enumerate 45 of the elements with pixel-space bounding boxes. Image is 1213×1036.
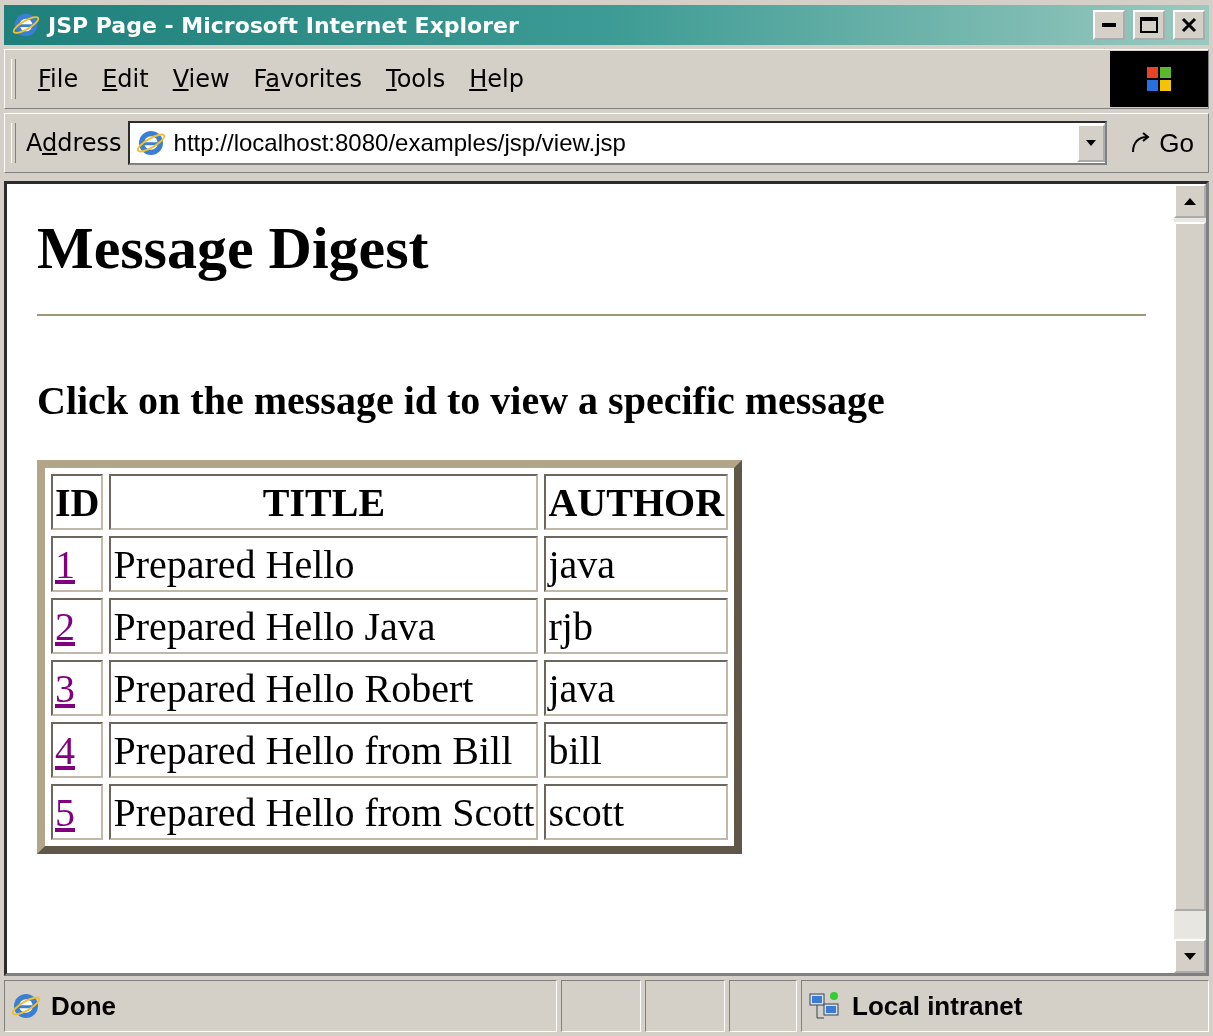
go-button[interactable]: Go bbox=[1107, 127, 1208, 159]
down-arrow-icon bbox=[1184, 952, 1196, 960]
column-header: AUTHOR bbox=[544, 474, 729, 530]
browser-icon bbox=[11, 991, 41, 1021]
menu-item[interactable]: File bbox=[26, 65, 91, 93]
page-heading: Message Digest bbox=[37, 214, 430, 283]
column-header: ID bbox=[51, 474, 104, 530]
menu-item[interactable]: Tools bbox=[374, 65, 458, 93]
windows-logo-icon bbox=[1146, 66, 1172, 92]
menu-item[interactable]: View bbox=[160, 65, 242, 93]
browser-icon bbox=[135, 128, 166, 158]
status-text: Done bbox=[51, 990, 116, 1022]
table-cell: Prepared Hello bbox=[109, 536, 539, 592]
menu-item[interactable]: Edit bbox=[90, 65, 161, 93]
table-cell: java bbox=[544, 660, 729, 716]
maximize-button[interactable] bbox=[1133, 10, 1165, 40]
dropdown-button[interactable] bbox=[1077, 124, 1106, 162]
table-cell: java bbox=[544, 536, 729, 592]
table-cell: Prepared Hello Java bbox=[109, 598, 539, 654]
up-arrow-icon bbox=[1184, 197, 1196, 205]
close-button[interactable] bbox=[1173, 10, 1205, 40]
table-cell: bill bbox=[544, 722, 729, 778]
table-cell: rjb bbox=[544, 598, 729, 654]
zone-text: Local intranet bbox=[852, 990, 1023, 1022]
table-cell: scott bbox=[544, 784, 729, 840]
minimize-icon bbox=[1102, 23, 1116, 27]
close-icon bbox=[1181, 17, 1197, 33]
menu-item[interactable]: Help bbox=[457, 65, 536, 93]
network-icon bbox=[808, 990, 842, 1022]
table-cell: Prepared Hello from Scott bbox=[109, 784, 539, 840]
table-cell: Prepared Hello from Bill bbox=[109, 722, 539, 778]
address-field[interactable]: http://localhost:8080/examples/jsp/view.jsp bbox=[127, 121, 1108, 165]
scroll-down-button[interactable] bbox=[1174, 939, 1206, 973]
scroll-up-button[interactable] bbox=[1174, 184, 1206, 218]
column-header: TITLE bbox=[109, 474, 539, 530]
caret-icon bbox=[1086, 140, 1097, 146]
browser-icon bbox=[12, 11, 40, 39]
status-panel bbox=[729, 980, 797, 1032]
menu-item[interactable]: Favorites bbox=[241, 65, 375, 93]
table-cell: Prepared Hello Robert bbox=[109, 660, 539, 716]
maximize-icon bbox=[1140, 17, 1158, 33]
instruction-text: Click on the message id to view a specific message bbox=[37, 377, 886, 424]
minimize-button[interactable] bbox=[1093, 10, 1125, 40]
window-title: JSP Page - Microsoft Internet Explorer bbox=[48, 12, 520, 38]
address-label: Address bbox=[26, 129, 122, 157]
